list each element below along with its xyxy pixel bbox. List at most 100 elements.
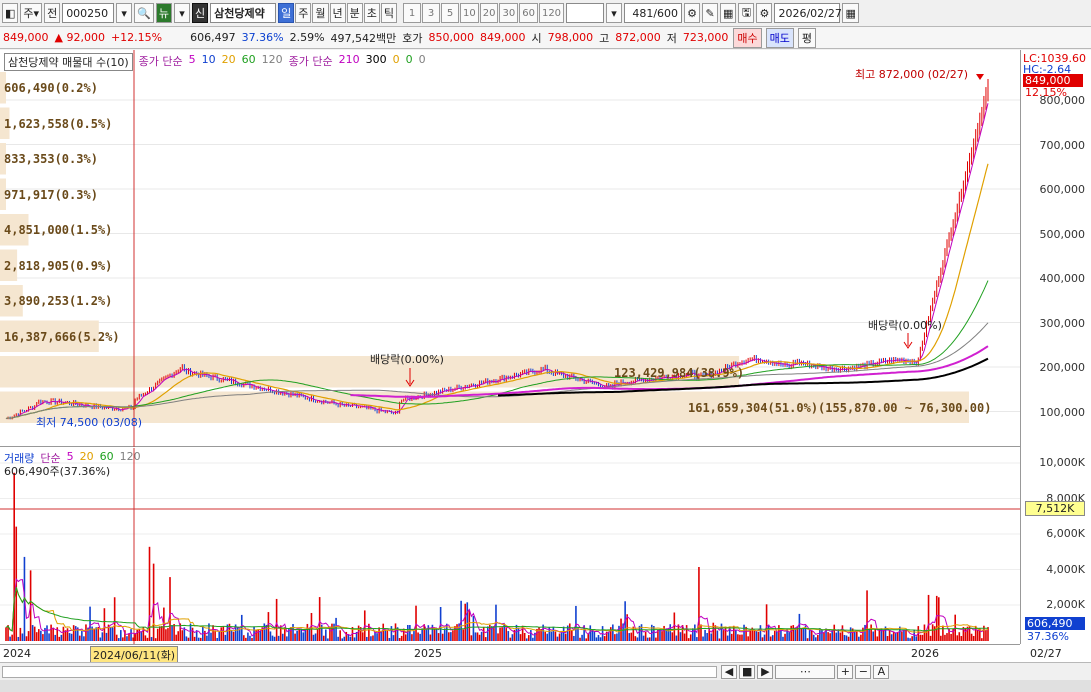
volume-bar — [357, 625, 360, 641]
volume-bar — [333, 623, 335, 641]
count-field[interactable]: 481/600 — [624, 3, 683, 23]
volume-bar — [316, 628, 319, 641]
volume-bar — [593, 631, 596, 641]
volume-bar — [294, 633, 296, 641]
minute-tab-30[interactable]: 30 — [499, 3, 519, 23]
volume-bar — [11, 634, 13, 641]
price-legend: 삼천당제약 매물대 수(10) 종가 단순 5 10 20 60 120 종가 단순 2… — [4, 53, 426, 71]
volume-bar — [683, 633, 686, 641]
stock-code-input[interactable]: 000250 — [62, 3, 115, 23]
main-toolbar: ◧ 주 ▾ 전 000250 ▾ 🔍 뉴 ▾ 신 삼천당제약 일주월년분초틱 13… — [0, 0, 1091, 27]
volume-bar — [480, 631, 483, 641]
period-tab-2[interactable]: 월 — [312, 3, 329, 23]
volume-bar — [773, 630, 776, 641]
minute-tab-5[interactable]: 5 — [441, 3, 460, 23]
chart-scrollbar[interactable]: ◀ ■ ▶ ⋯ + − A — [0, 662, 1091, 680]
gear-icon[interactable]: ⚙ — [756, 3, 773, 23]
code-dropdown-icon[interactable]: ▾ — [116, 3, 133, 23]
volume-bar — [745, 626, 747, 641]
volume-pane[interactable]: 거래량 단순 5 20 60 120 606,490주(37.36%) — [0, 448, 1020, 644]
period-tab-0[interactable]: 일 — [278, 3, 295, 23]
minute-tab-20[interactable]: 20 — [479, 3, 499, 23]
minute-dropdown-icon[interactable]: ▾ — [606, 3, 623, 23]
news-button[interactable]: 뉴 — [155, 3, 173, 23]
volume-bar — [767, 624, 770, 641]
date-label-2024: 2024 — [3, 647, 31, 660]
volume-tick: 10,000K — [1039, 456, 1085, 469]
scroll-next-icon[interactable]: ▶ — [757, 664, 774, 679]
minute-custom-input[interactable] — [566, 3, 605, 23]
volume-bar — [128, 633, 130, 641]
price-change: ▲ 92,000 — [54, 31, 105, 44]
news-dropdown-icon[interactable]: ▾ — [174, 3, 191, 23]
volume-bar — [42, 634, 44, 641]
scroll-track[interactable] — [2, 665, 717, 678]
zoom-slider[interactable]: ⋯ — [775, 664, 836, 679]
volume-bar — [161, 626, 163, 641]
scroll-prev-icon[interactable]: ◀ — [721, 664, 737, 679]
volume-bar — [89, 606, 91, 641]
volume-bar — [735, 629, 737, 641]
volume-bar — [181, 630, 184, 641]
price-pane[interactable]: 최고 872,000 (02/27) 최저 74,500 (03/08) 배당락(0… — [0, 50, 1020, 457]
volume-bar — [109, 627, 112, 641]
date-input[interactable]: 2026/02/27 — [774, 3, 842, 23]
scroll-stop-icon[interactable]: ■ — [739, 664, 756, 679]
sell-button[interactable]: 매도 — [765, 27, 794, 48]
minute-tab-10[interactable]: 10 — [460, 3, 479, 23]
volume-bar — [919, 634, 922, 641]
font-size-icon[interactable]: A — [873, 664, 890, 679]
volume-bar — [392, 635, 395, 641]
period-select[interactable]: 주 ▾ — [20, 3, 43, 23]
eval-button[interactable]: 평 — [797, 27, 817, 48]
save-icon[interactable]: 🖫 — [738, 3, 755, 23]
zoom-in-icon[interactable]: + — [837, 664, 854, 679]
minute-tab-120[interactable]: 120 — [538, 3, 565, 23]
volume-bar — [298, 628, 300, 641]
period-tab-4[interactable]: 분 — [346, 3, 363, 23]
calendar-icon[interactable]: ▦ — [842, 3, 859, 23]
volume-bar — [322, 635, 325, 641]
price-axis[interactable]: LC:1039.60 HC:-2.64 849,000 12.15% 800,0… — [1020, 50, 1091, 644]
volume-bar — [976, 629, 979, 641]
period-tab-1[interactable]: 주 — [295, 3, 312, 23]
volume-bar — [238, 629, 241, 641]
search-icon[interactable]: 🔍 — [134, 3, 154, 23]
volume-bar — [413, 631, 415, 641]
period-tab-3[interactable]: 년 — [329, 3, 346, 23]
jeon-button[interactable]: 전 — [44, 3, 61, 23]
volume-profile-label: 2,818,905(0.9%) — [4, 259, 113, 273]
tools-icon[interactable]: ✎ — [702, 3, 719, 23]
candle-settings-icon[interactable]: ⚙ — [684, 3, 701, 23]
quote-bar: 849,000 ▲ 92,000 +12.15% 606,497 37.36% … — [0, 27, 1091, 49]
volume-bar — [486, 626, 489, 641]
zoom-out-icon[interactable]: − — [855, 664, 872, 679]
profile-title[interactable]: 삼천당제약 매물대 수(10) — [4, 53, 133, 71]
volume-bar — [499, 627, 501, 641]
volume-bar — [958, 632, 961, 641]
volume-bar — [743, 624, 745, 641]
period-tab-6[interactable]: 틱 — [380, 3, 398, 23]
minute-tab-1[interactable]: 1 — [403, 3, 422, 23]
volume-bar — [655, 637, 657, 641]
volume-bar — [757, 631, 760, 641]
volume-bar — [462, 629, 464, 641]
volume-bar — [677, 624, 680, 641]
volume-bar — [314, 633, 317, 641]
volume-bar — [609, 627, 612, 641]
ma-period-60: 60 — [241, 53, 256, 66]
buy-button[interactable]: 매수 — [733, 27, 762, 48]
minute-tab-3[interactable]: 3 — [422, 3, 441, 23]
volume-bar — [456, 624, 458, 641]
volume-bar — [564, 633, 567, 641]
minute-tab-60[interactable]: 60 — [519, 3, 538, 23]
grid-icon[interactable]: ▦ — [720, 3, 737, 23]
volume-bar — [872, 631, 874, 641]
volume-bar — [165, 629, 167, 641]
volume-bar — [612, 624, 614, 641]
window-icon[interactable]: ◧ — [2, 3, 19, 23]
volume-bar — [603, 636, 606, 641]
volume-bar — [821, 629, 823, 641]
period-tab-5[interactable]: 초 — [363, 3, 380, 23]
chart-panel[interactable]: 최고 872,000 (02/27) 최저 74,500 (03/08) 배당락(0… — [0, 50, 1091, 664]
